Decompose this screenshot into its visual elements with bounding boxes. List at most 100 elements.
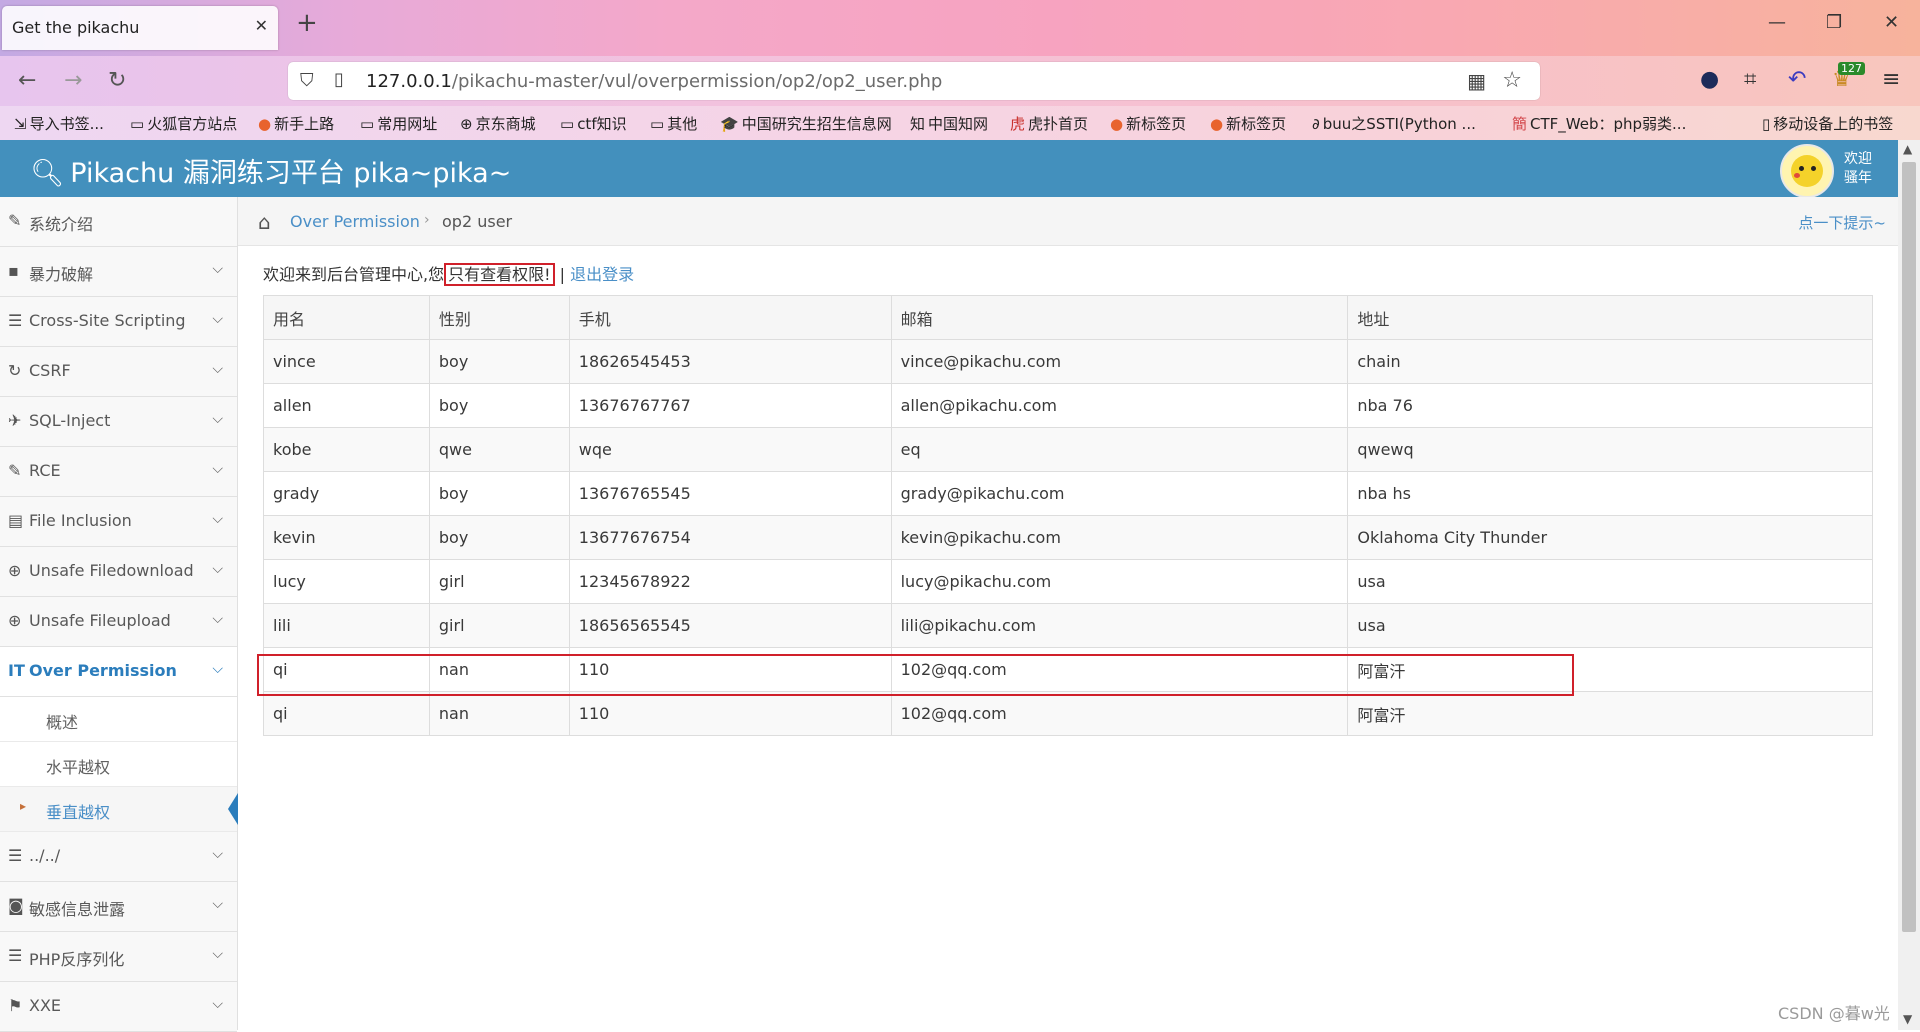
bookmark-label: CTF_Web：php弱类... [1530, 115, 1687, 133]
extension-globe-icon[interactable]: ● [1700, 67, 1719, 92]
bookmark-other[interactable]: ▭ 其他 [650, 113, 697, 134]
sidebar-item-xxe[interactable]: ⚑ XXE ⌵ [0, 982, 237, 1032]
bookmark-cnki[interactable]: 知中国知网 [910, 113, 988, 134]
scroll-thumb[interactable] [1902, 162, 1916, 932]
reload-icon[interactable]: ↻ [108, 68, 126, 93]
submenu-item-vertical[interactable]: ▸ 垂直越权 [0, 787, 238, 832]
restore-icon[interactable]: ❐ [1826, 12, 1842, 33]
back-arrow-icon[interactable]: ← [18, 68, 36, 93]
welcome-line-2: 骚年 [1844, 170, 1872, 186]
new-tab-button[interactable]: + [296, 10, 318, 36]
cell-username: qi [263, 691, 430, 736]
table-row: kevin boy 13677676754 kevin@pikachu.com … [263, 515, 1873, 560]
forward-arrow-icon[interactable]: → [64, 68, 82, 93]
breadcrumb-link[interactable]: Over Permission [290, 212, 420, 231]
list-icon: ☰ [8, 946, 23, 965]
bookmark-yz[interactable]: 🎓 中国研究生招生信息网 [720, 113, 892, 134]
welcome-line-1: 欢迎 [1844, 151, 1872, 167]
bookmark-label: 新手上路 [274, 115, 335, 133]
bookmark-getting-started[interactable]: ● 新手上路 [258, 113, 334, 134]
bookmark-buu-ssti[interactable]: ∂ buu之SSTI(Python ... [1312, 113, 1476, 134]
share-icon: ↻ [8, 361, 22, 380]
bookmark-star-icon[interactable]: ☆ [1502, 68, 1522, 93]
sidebar-item-path-traversal[interactable]: ☰ ../../ ⌵ [0, 832, 237, 882]
page-scrollbar[interactable]: ▲ ▼ [1898, 140, 1920, 1030]
sidebar-item-xss[interactable]: ☰ Cross-Site Scripting ⌵ [0, 297, 237, 347]
chevron-down-icon: ⌵ [212, 311, 223, 327]
cell-address: 阿富汗 [1347, 691, 1873, 736]
bookmark-label: buu之SSTI(Python ... [1322, 115, 1476, 133]
shield-icon[interactable]: ⛉ [300, 70, 314, 91]
welcome-user[interactable]: 欢迎 骚年 [1844, 150, 1872, 188]
url-text[interactable]: 127.0.0.1/pikachu-master/vul/overpermiss… [366, 71, 942, 92]
bookmark-label: 京东商城 [475, 115, 536, 133]
pikachu-cheek [1794, 173, 1800, 178]
file-icon: ▤ [8, 511, 24, 530]
submenu-item-overview[interactable]: 概述 [0, 697, 237, 742]
hint-link[interactable]: 点一下提示~ [1798, 212, 1886, 233]
bookmark-newtab-2[interactable]: ● 新标签页 [1210, 113, 1286, 134]
home-icon[interactable]: ⌂ [258, 210, 271, 234]
header-username: 用名 [263, 295, 430, 340]
bookmark-label: 移动设备上的书签 [1773, 115, 1894, 133]
scroll-down-icon[interactable]: ▼ [1903, 1012, 1912, 1026]
sidebar-item-csrf[interactable]: ↻ CSRF ⌵ [0, 347, 237, 397]
bookmark-newtab-1[interactable]: ● 新标签页 [1110, 113, 1186, 134]
pikachu-face [1791, 155, 1823, 187]
url-bar[interactable]: ⛉ ▯ 127.0.0.1/pikachu-master/vul/overper… [288, 62, 1540, 100]
cell-email: 102@qq.com [890, 691, 1349, 736]
sidebar-item-brute-force[interactable]: ▪ 暴力破解 ⌵ [0, 247, 237, 297]
bookmark-import[interactable]: ⇲ 导入书签... [14, 113, 104, 134]
sidebar-item-rce[interactable]: ✎ RCE ⌵ [0, 447, 237, 497]
bookmark-ctf-web[interactable]: 簡 CTF_Web：php弱类... [1512, 113, 1686, 134]
chevron-down-icon: ⌵ [212, 846, 223, 862]
sidebar-item-info-leak[interactable]: ◙ 敏感信息泄露 ⌵ [0, 882, 237, 932]
cell-address: nba 76 [1347, 383, 1873, 428]
undo-icon[interactable]: ↶ [1788, 67, 1806, 92]
avatar[interactable] [1780, 144, 1834, 198]
qr-code-icon[interactable]: ▦ [1467, 69, 1486, 93]
bookmark-jd[interactable]: ⊕ 京东商城 [460, 113, 536, 134]
sidebar: ✎ 系统介绍 ▪ 暴力破解 ⌵ ☰ Cross-Site Scripting ⌵… [0, 197, 238, 1032]
firefox-icon: ● [258, 115, 272, 133]
sidebar-item-fileupload[interactable]: ⊕ Unsafe Fileupload ⌵ [0, 597, 237, 647]
bookmark-firefox-site[interactable]: ▭ 火狐官方站点 [130, 113, 237, 134]
window-close-icon[interactable]: ✕ [1884, 12, 1899, 33]
bookmark-common-sites[interactable]: ▭ 常用网址 [360, 113, 437, 134]
scroll-up-icon[interactable]: ▲ [1903, 142, 1912, 156]
cell-username: allen [263, 383, 430, 428]
sidebar-item-over-permission[interactable]: IT Over Permission ⌵ [0, 647, 237, 697]
import-icon: ⇲ [14, 115, 27, 133]
browser-tab[interactable]: Get the pikachu ✕ [2, 6, 278, 50]
sidebar-item-php-unserialize[interactable]: ☰ PHP反序列化 ⌵ [0, 932, 237, 982]
sidebar-item-intro[interactable]: ✎ 系统介绍 [0, 197, 237, 247]
sidebar-item-sqli[interactable]: ✈ SQL-Inject ⌵ [0, 397, 237, 447]
sidebar-item-file-inclusion[interactable]: ▤ File Inclusion ⌵ [0, 497, 237, 547]
welcome-message: 欢迎来到后台管理中心,您 只有查看权限! | 退出登录 [263, 261, 634, 286]
download-circle-icon: ⊕ [8, 561, 22, 580]
table-row: grady boy 13676765545 grady@pikachu.com … [263, 471, 1873, 516]
minimize-icon[interactable]: — [1768, 12, 1786, 33]
tab-close-icon[interactable]: ✕ [255, 16, 268, 35]
logout-link[interactable]: 退出登录 [570, 265, 634, 284]
chevron-down-icon: ⌵ [212, 996, 223, 1012]
jianshu-icon: 簡 [1512, 115, 1528, 133]
table-row: qi nan 110 102@qq.com 阿富汗 [263, 647, 1873, 692]
cell-phone: 12345678922 [568, 559, 892, 604]
chevron-down-icon: ⌵ [212, 511, 223, 527]
cell-email: kevin@pikachu.com [890, 515, 1349, 560]
page-icon: ▯ [334, 69, 344, 90]
bookmark-mobile[interactable]: ▯ 移动设备上的书签 [1762, 113, 1893, 134]
active-notch [228, 793, 238, 825]
folder-icon: ▭ [650, 115, 665, 133]
permission-notice: 只有查看权限! [444, 263, 555, 286]
submenu-item-horizontal[interactable]: 水平越权 [0, 742, 237, 787]
crop-icon[interactable]: ⌗ [1744, 67, 1756, 92]
bookmark-hupu[interactable]: 虎虎扑首页 [1010, 113, 1088, 134]
app-title[interactable]: 🔍︎ Pikachu 漏洞练习平台 pika~pika~ [30, 151, 511, 190]
menu-icon[interactable]: ≡ [1882, 67, 1900, 92]
breadcrumb: ⌂ Over Permission › op2 user 点一下提示~ [238, 197, 1898, 246]
sidebar-item-filedownload[interactable]: ⊕ Unsafe Filedownload ⌵ [0, 547, 237, 597]
cell-phone: wqe [568, 427, 892, 472]
bookmark-ctf[interactable]: ▭ ctf知识 [560, 113, 627, 134]
